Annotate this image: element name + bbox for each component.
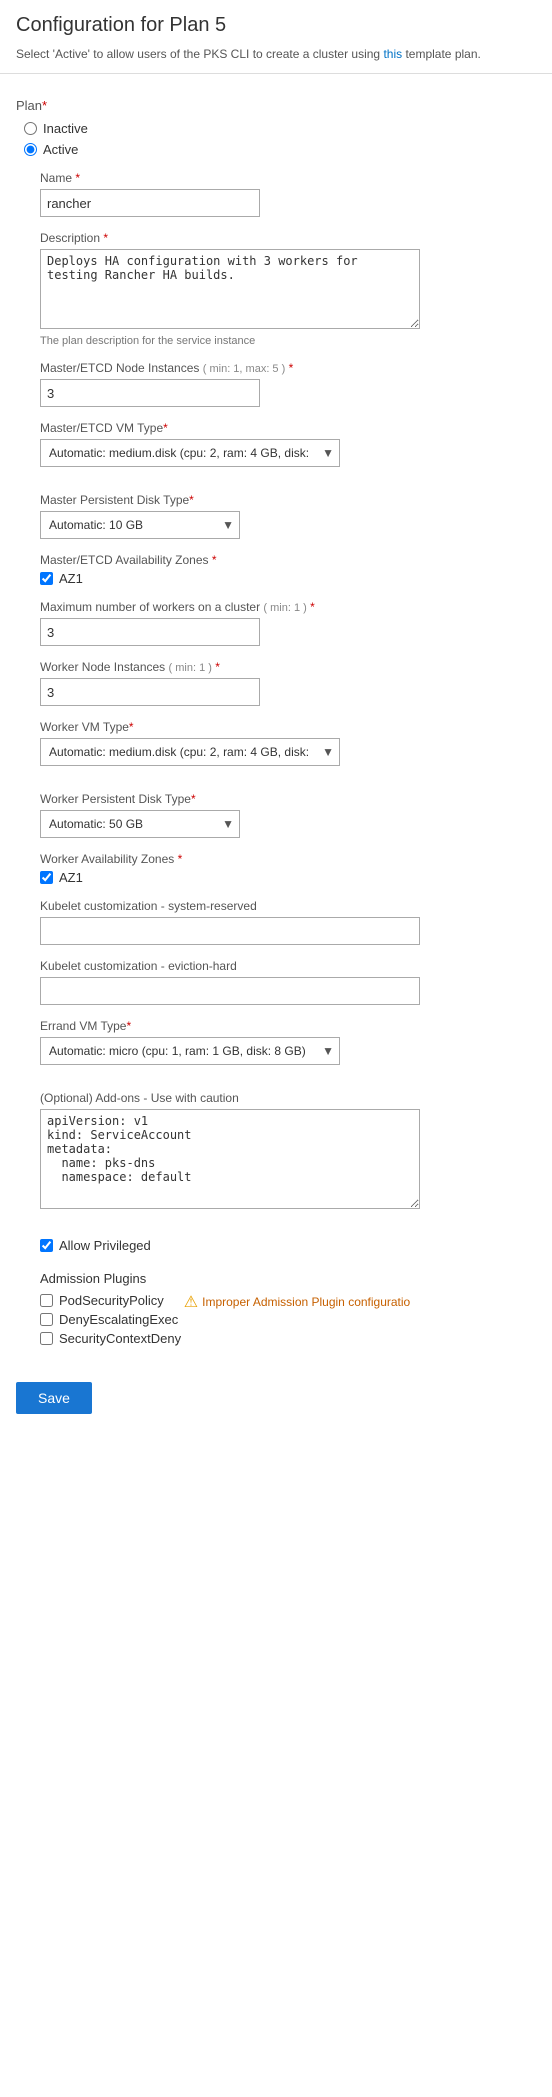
master-az-group: Master/ETCD Availability Zones * AZ1: [40, 553, 536, 586]
active-radio[interactable]: [24, 143, 37, 156]
master-etcd-vm-type-label: Master/ETCD VM Type*: [40, 421, 536, 435]
pod-security-policy-row: PodSecurityPolicy ⚠ Improper Admission P…: [40, 1292, 536, 1312]
kubelet-system-reserved-input[interactable]: [40, 917, 420, 945]
active-label[interactable]: Active: [43, 142, 78, 157]
deny-escalating-exec-checkbox[interactable]: [40, 1313, 53, 1326]
allow-privileged-checkbox[interactable]: [40, 1239, 53, 1252]
kubelet-eviction-hard-input[interactable]: [40, 977, 420, 1005]
max-workers-hint: ( min: 1 ): [263, 602, 306, 614]
master-etcd-vm-type-select[interactable]: Automatic: medium.disk (cpu: 2, ram: 4 G…: [40, 439, 340, 467]
name-group: Name *: [40, 171, 536, 217]
allow-privileged-label[interactable]: Allow Privileged: [59, 1238, 151, 1253]
template-link[interactable]: this: [383, 47, 402, 61]
kubelet-system-reserved-label: Kubelet customization - system-reserved: [40, 899, 536, 913]
worker-az-group: Worker Availability Zones * AZ1: [40, 852, 536, 885]
admission-plugins-group: Admission Plugins PodSecurityPolicy ⚠ Im…: [40, 1271, 536, 1346]
worker-node-instances-input[interactable]: [40, 678, 260, 706]
allow-privileged-item: Allow Privileged: [40, 1238, 536, 1253]
security-context-deny-label[interactable]: SecurityContextDeny: [59, 1331, 181, 1346]
worker-node-instances-hint: ( min: 1 ): [169, 662, 212, 674]
active-radio-item: Active: [24, 142, 536, 157]
inactive-label[interactable]: Inactive: [43, 121, 88, 136]
worker-vm-type-select-container: Automatic: medium.disk (cpu: 2, ram: 4 G…: [40, 738, 340, 766]
errand-vm-type-select-container: Automatic: micro (cpu: 1, ram: 1 GB, dis…: [40, 1037, 340, 1065]
errand-vm-type-group: Errand VM Type* Automatic: micro (cpu: 1…: [40, 1019, 536, 1065]
worker-persistent-disk-label: Worker Persistent Disk Type*: [40, 792, 536, 806]
worker-persistent-disk-group: Worker Persistent Disk Type* Automatic: …: [40, 792, 536, 838]
max-workers-label: Maximum number of workers on a cluster (…: [40, 600, 536, 614]
inactive-radio-item: Inactive: [24, 121, 536, 136]
master-etcd-instances-label: Master/ETCD Node Instances ( min: 1, max…: [40, 361, 536, 375]
page-subtitle: Select 'Active' to allow users of the PK…: [16, 45, 536, 63]
security-context-deny-item: SecurityContextDeny: [40, 1331, 536, 1346]
kubelet-system-reserved-group: Kubelet customization - system-reserved: [40, 899, 536, 945]
inactive-radio[interactable]: [24, 122, 37, 135]
page-title: Configuration for Plan 5: [16, 14, 536, 37]
worker-vm-type-group: Worker VM Type* Automatic: medium.disk (…: [40, 720, 536, 766]
addons-group: (Optional) Add-ons - Use with caution ap…: [40, 1091, 536, 1212]
warning-icon: ⚠: [184, 1292, 198, 1312]
worker-node-instances-label: Worker Node Instances ( min: 1 ) *: [40, 660, 536, 674]
addons-scroll-area: apiVersion: v1 kind: ServiceAccount meta…: [40, 1109, 536, 1212]
master-persistent-disk-group: Master Persistent Disk Type* Automatic: …: [40, 493, 536, 539]
master-persistent-disk-select-container: Automatic: 10 GB ▼: [40, 511, 240, 539]
pod-security-policy-item: PodSecurityPolicy: [40, 1293, 164, 1308]
worker-vm-type-select[interactable]: Automatic: medium.disk (cpu: 2, ram: 4 G…: [40, 738, 340, 766]
master-az1-checkbox[interactable]: [40, 572, 53, 585]
addons-label: (Optional) Add-ons - Use with caution: [40, 1091, 536, 1105]
worker-vm-type-label: Worker VM Type*: [40, 720, 536, 734]
master-etcd-vm-type-group: Master/ETCD VM Type* Automatic: medium.d…: [40, 421, 536, 467]
max-workers-group: Maximum number of workers on a cluster (…: [40, 600, 536, 646]
max-workers-input[interactable]: [40, 618, 260, 646]
security-context-deny-checkbox[interactable]: [40, 1332, 53, 1345]
allow-privileged-group: Allow Privileged: [40, 1238, 536, 1253]
description-hint: The plan description for the service ins…: [40, 335, 536, 347]
errand-vm-type-label: Errand VM Type*: [40, 1019, 536, 1033]
deny-escalating-exec-item: DenyEscalatingExec: [40, 1312, 536, 1327]
worker-az1-item: AZ1: [40, 870, 536, 885]
admission-plugins-list: PodSecurityPolicy ⚠ Improper Admission P…: [40, 1292, 536, 1346]
description-textarea[interactable]: Deploys HA configuration with 3 workers …: [40, 249, 420, 329]
admission-plugins-title: Admission Plugins: [40, 1271, 536, 1286]
plan-label: Plan*: [16, 98, 536, 113]
worker-node-instances-group: Worker Node Instances ( min: 1 ) *: [40, 660, 536, 706]
deny-escalating-exec-label[interactable]: DenyEscalatingExec: [59, 1312, 178, 1327]
addons-textarea[interactable]: apiVersion: v1 kind: ServiceAccount meta…: [40, 1109, 420, 1209]
name-input[interactable]: [40, 189, 260, 217]
name-label: Name *: [40, 171, 536, 185]
worker-az1-checkbox[interactable]: [40, 871, 53, 884]
kubelet-eviction-hard-group: Kubelet customization - eviction-hard: [40, 959, 536, 1005]
worker-persistent-disk-select[interactable]: Automatic: 50 GB: [40, 810, 240, 838]
pod-security-policy-label[interactable]: PodSecurityPolicy: [59, 1293, 164, 1308]
plan-radio-group: Inactive Active: [24, 121, 536, 157]
pod-security-policy-checkbox[interactable]: [40, 1294, 53, 1307]
admission-warning-text: Improper Admission Plugin configuratio: [202, 1295, 410, 1309]
page-header: Configuration for Plan 5 Select 'Active'…: [0, 0, 552, 74]
master-az-label: Master/ETCD Availability Zones *: [40, 553, 536, 567]
master-etcd-instances-group: Master/ETCD Node Instances ( min: 1, max…: [40, 361, 536, 407]
master-etcd-instances-hint: ( min: 1, max: 5 ): [203, 363, 286, 375]
description-label: Description *: [40, 231, 536, 245]
master-etcd-vm-type-select-container: Automatic: medium.disk (cpu: 2, ram: 4 G…: [40, 439, 340, 467]
worker-az-label: Worker Availability Zones *: [40, 852, 536, 866]
form-container: Plan* Inactive Active Name * Description…: [0, 74, 552, 1434]
worker-az1-label[interactable]: AZ1: [59, 870, 83, 885]
worker-persistent-disk-select-container: Automatic: 50 GB ▼: [40, 810, 240, 838]
admission-warning: ⚠ Improper Admission Plugin configuratio: [184, 1292, 410, 1312]
master-etcd-instances-input[interactable]: [40, 379, 260, 407]
description-group: Description * Deploys HA configuration w…: [40, 231, 536, 347]
save-button[interactable]: Save: [16, 1382, 92, 1414]
kubelet-eviction-hard-label: Kubelet customization - eviction-hard: [40, 959, 536, 973]
master-persistent-disk-select[interactable]: Automatic: 10 GB: [40, 511, 240, 539]
master-persistent-disk-label: Master Persistent Disk Type*: [40, 493, 536, 507]
master-az1-item: AZ1: [40, 571, 536, 586]
errand-vm-type-select[interactable]: Automatic: micro (cpu: 1, ram: 1 GB, dis…: [40, 1037, 340, 1065]
master-az1-label[interactable]: AZ1: [59, 571, 83, 586]
